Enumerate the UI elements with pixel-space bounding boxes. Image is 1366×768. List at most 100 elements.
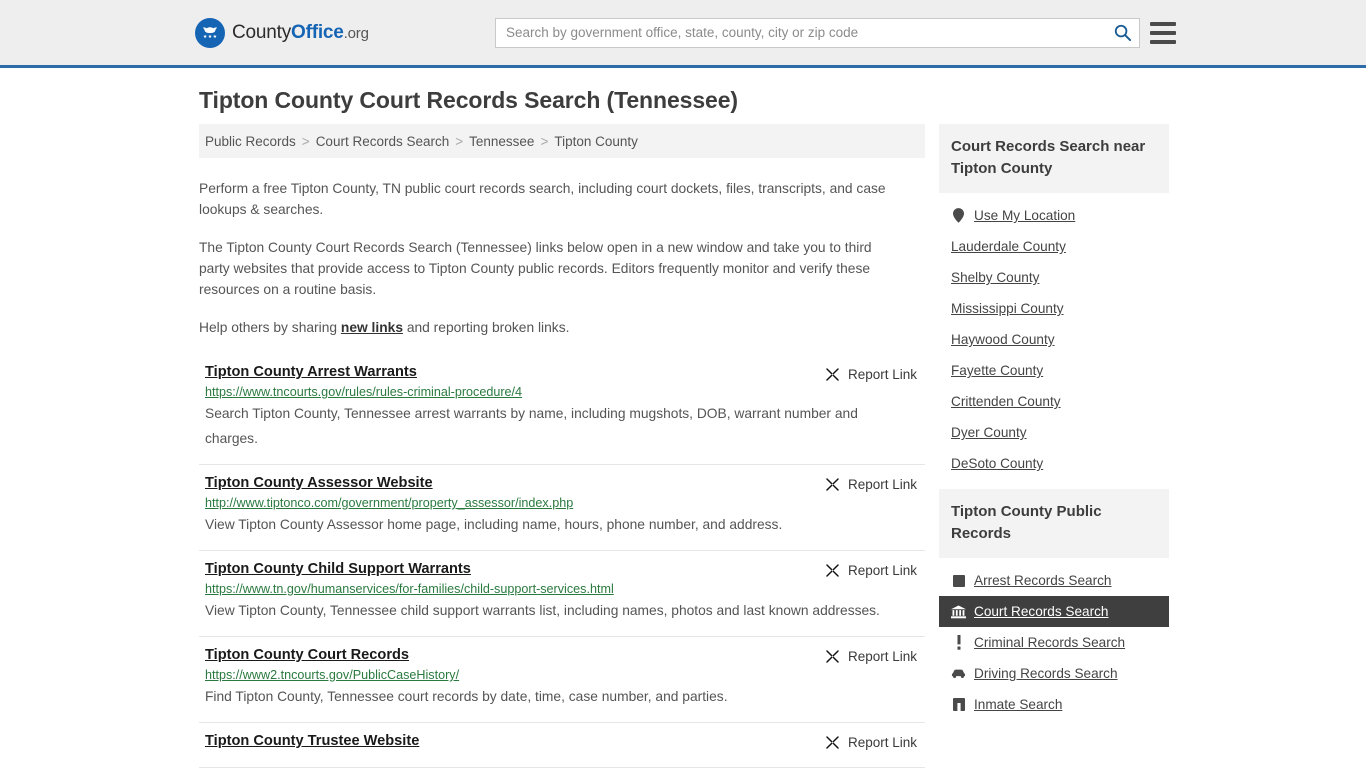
report-link-button[interactable]: Report Link: [824, 734, 917, 751]
panel-heading: Tipton County Public Records: [939, 489, 1169, 558]
site-header: CountyOffice.org: [0, 0, 1366, 68]
result-title-link[interactable]: Tipton County Trustee Website: [205, 733, 419, 749]
intro-text-before: Help others by sharing: [199, 320, 341, 335]
breadcrumb-item-tipton-county: Tipton County: [554, 133, 638, 149]
breadcrumb-item-court-records-search[interactable]: Court Records Search: [316, 134, 450, 149]
result-description: View Tipton County Assessor home page, i…: [205, 517, 783, 532]
report-link-label: Report Link: [847, 563, 917, 578]
intro-text-after: and reporting broken links.: [403, 320, 570, 335]
breadcrumb-item-public-records[interactable]: Public Records: [205, 134, 296, 149]
result-item: Tipton County Arrest Warrants Report Lin…: [199, 355, 925, 465]
sidebar: Court Records Search near Tipton County …: [939, 124, 1169, 730]
sidebar-item-haywood-county[interactable]: Haywood County: [939, 324, 1169, 355]
sidebar-item-shelby-county[interactable]: Shelby County: [939, 262, 1169, 293]
courthouse-icon: [951, 604, 966, 619]
sidebar-item-court-records-search[interactable]: Court Records Search: [939, 596, 1169, 627]
breadcrumb-item-tennessee[interactable]: Tennessee: [469, 134, 534, 149]
sidebar-link[interactable]: Inmate Search: [974, 697, 1062, 712]
hamburger-bar: [1150, 39, 1176, 44]
hamburger-menu-icon[interactable]: [1150, 21, 1176, 44]
breadcrumb-separator: >: [301, 133, 310, 149]
sidebar-link[interactable]: Crittenden County: [951, 394, 1061, 409]
panel-heading: Court Records Search near Tipton County: [939, 124, 1169, 193]
report-link-button[interactable]: Report Link: [824, 476, 917, 493]
public-records-list: Arrest Records Search Court Records Sear…: [939, 558, 1169, 720]
result-title-link[interactable]: Tipton County Child Support Warrants: [205, 561, 471, 577]
intro-paragraph-1: Perform a free Tipton County, TN public …: [199, 181, 886, 217]
sidebar-item-dyer-county[interactable]: Dyer County: [939, 417, 1169, 448]
search-icon: [1114, 24, 1131, 42]
sidebar-link[interactable]: Court Records Search: [974, 604, 1108, 619]
result-url[interactable]: http://www.tiptonco.com/government/prope…: [205, 496, 925, 510]
sidebar-item-use-my-location[interactable]: Use My Location: [939, 200, 1169, 231]
report-link-button[interactable]: Report Link: [824, 648, 917, 665]
breadcrumb: Public Records > Court Records Search > …: [199, 124, 925, 158]
sidebar-link[interactable]: Driving Records Search: [974, 666, 1118, 681]
sidebar-link[interactable]: Arrest Records Search: [974, 573, 1112, 588]
exclamation-icon: [951, 635, 966, 650]
report-link-label: Report Link: [847, 477, 917, 492]
logo-wordmark: CountyOffice.org: [232, 22, 369, 44]
intro-paragraph-2: The Tipton County Court Records Search (…: [199, 240, 872, 297]
report-link-button[interactable]: Report Link: [824, 366, 917, 383]
sidebar-item-desoto-county[interactable]: DeSoto County: [939, 448, 1169, 479]
sidebar-link[interactable]: Criminal Records Search: [974, 635, 1125, 650]
result-url[interactable]: https://www.tncourts.gov/rules/rules-cri…: [205, 385, 925, 399]
sidebar-link[interactable]: DeSoto County: [951, 456, 1043, 471]
logo-text-county: County: [232, 21, 292, 43]
result-description: Find Tipton County, Tennessee court reco…: [205, 689, 728, 704]
sidebar-link[interactable]: Lauderdale County: [951, 239, 1066, 254]
car-icon: [951, 668, 966, 679]
result-item: Tipton County Trustee Website Report Lin…: [199, 723, 925, 768]
sidebar-item-fayette-county[interactable]: Fayette County: [939, 355, 1169, 386]
report-link-label: Report Link: [847, 735, 917, 750]
result-item: Tipton County Child Support Warrants Rep…: [199, 551, 925, 637]
broken-link-icon: [826, 564, 839, 577]
result-item: Tipton County Court Records Report Link …: [199, 637, 925, 723]
result-description: View Tipton County, Tennessee child supp…: [205, 603, 880, 618]
new-links-link[interactable]: new links: [341, 320, 403, 335]
eagle-seal-icon: [195, 17, 225, 48]
result-title-link[interactable]: Tipton County Assessor Website: [205, 475, 433, 491]
sidebar-link[interactable]: Dyer County: [951, 425, 1027, 440]
nearby-county-list: Use My Location Lauderdale County Shelby…: [939, 193, 1169, 479]
sidebar-item-inmate-search[interactable]: Inmate Search: [939, 689, 1169, 720]
search-button[interactable]: [1105, 19, 1139, 47]
sidebar-item-mississippi-county[interactable]: Mississippi County: [939, 293, 1169, 324]
sidebar-link[interactable]: Fayette County: [951, 363, 1043, 378]
map-pin-icon: [951, 208, 966, 223]
broken-link-icon: [826, 368, 839, 381]
result-title-link[interactable]: Tipton County Court Records: [205, 647, 409, 663]
result-url[interactable]: https://www.tn.gov/humanservices/for-fam…: [205, 582, 925, 596]
results-list: Tipton County Arrest Warrants Report Lin…: [199, 355, 925, 768]
sidebar-item-driving-records-search[interactable]: Driving Records Search: [939, 658, 1169, 689]
breadcrumb-separator: >: [540, 133, 549, 149]
result-url[interactable]: https://www2.tncourts.gov/PublicCaseHist…: [205, 668, 925, 682]
sidebar-link[interactable]: Shelby County: [951, 270, 1039, 285]
result-description: Search Tipton County, Tennessee arrest w…: [205, 406, 858, 446]
site-logo[interactable]: CountyOffice.org: [195, 17, 369, 48]
broken-link-icon: [826, 736, 839, 749]
page-title: Tipton County Court Records Search (Tenn…: [199, 87, 738, 113]
logo-text-office: Office: [291, 21, 344, 43]
sidebar-item-arrest-records-search[interactable]: Arrest Records Search: [939, 565, 1169, 596]
report-link-button[interactable]: Report Link: [824, 562, 917, 579]
intro-paragraph-3: Help others by sharing new links and rep…: [199, 317, 905, 338]
sidebar-link[interactable]: Haywood County: [951, 332, 1055, 347]
logo-text-org: .org: [343, 24, 369, 42]
search-input[interactable]: [496, 18, 1105, 47]
broken-link-icon: [826, 650, 839, 663]
panel-nearby-court-records: Court Records Search near Tipton County …: [939, 124, 1169, 479]
building-icon: [951, 698, 966, 711]
result-title-link[interactable]: Tipton County Arrest Warrants: [205, 364, 417, 380]
sidebar-link[interactable]: Mississippi County: [951, 301, 1064, 316]
sidebar-link[interactable]: Use My Location: [974, 208, 1075, 223]
broken-link-icon: [826, 478, 839, 491]
sidebar-item-lauderdale-county[interactable]: Lauderdale County: [939, 231, 1169, 262]
report-link-label: Report Link: [847, 367, 917, 382]
sidebar-item-criminal-records-search[interactable]: Criminal Records Search: [939, 627, 1169, 658]
report-link-label: Report Link: [847, 649, 917, 664]
hamburger-bar: [1150, 21, 1176, 26]
search-bar[interactable]: [495, 17, 1140, 48]
sidebar-item-crittenden-county[interactable]: Crittenden County: [939, 386, 1169, 417]
